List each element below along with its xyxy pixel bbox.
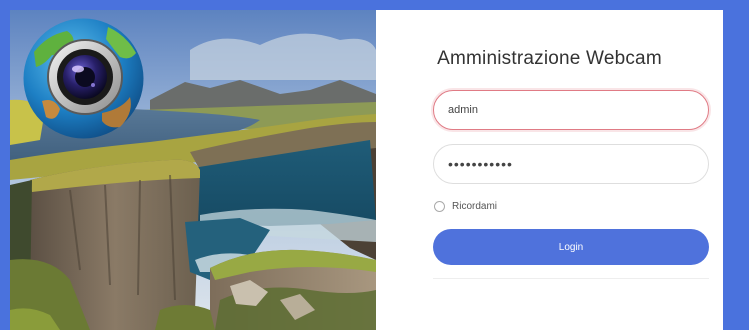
password-field[interactable] [433, 144, 709, 184]
divider [433, 278, 709, 279]
login-window: Amministrazione Webcam Ricordami Login [10, 10, 723, 330]
radio-circle-icon[interactable] [434, 200, 445, 212]
login-form-panel: Amministrazione Webcam Ricordami Login [376, 10, 723, 330]
cliff-landscape-photo [10, 10, 376, 330]
page-title: Amministrazione Webcam [437, 48, 662, 69]
remember-me-option[interactable]: Ricordami [434, 199, 497, 213]
username-field[interactable] [433, 90, 709, 130]
remember-me-label: Ricordami [452, 200, 498, 212]
login-button[interactable]: Login [433, 229, 709, 265]
webcam-globe-icon [22, 17, 145, 140]
